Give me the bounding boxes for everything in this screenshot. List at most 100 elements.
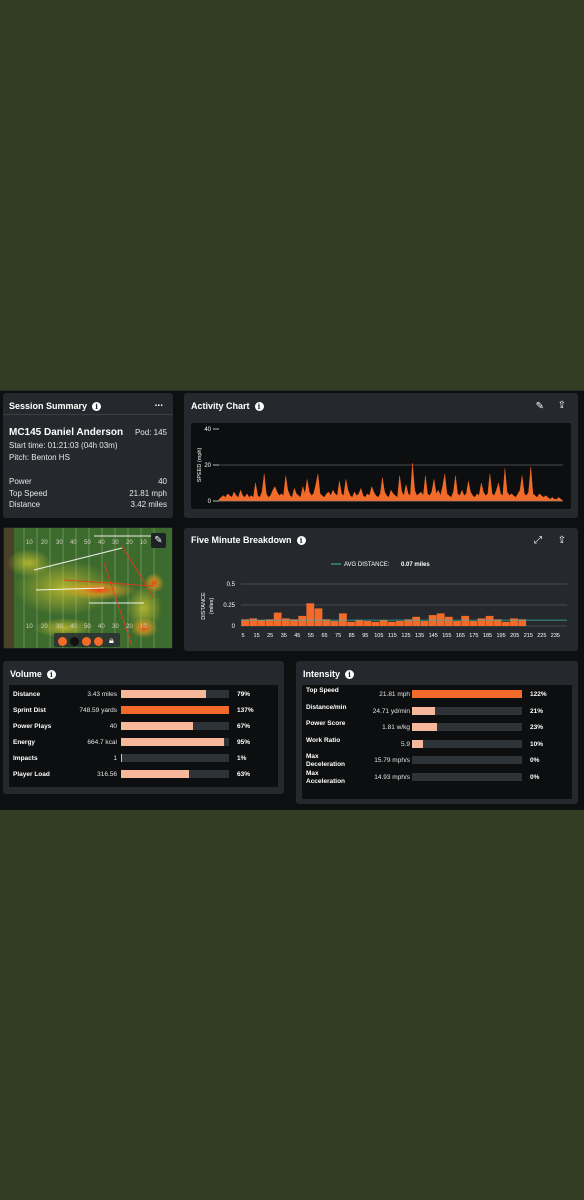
distance-bar [273, 612, 282, 626]
metric-bar-track [121, 754, 229, 762]
distance-bar [485, 615, 494, 626]
distance-bar [330, 621, 339, 626]
metric-label: Sprint Dist [13, 707, 46, 714]
x-tick-label: 5 [241, 633, 244, 639]
activity-chart-title-text: Activity Chart [191, 401, 250, 411]
field-heatmap[interactable]: 10 20 30 40 50 40 30 20 10 10 20 30 40 5… [3, 527, 173, 649]
volume-title: Volume i [10, 669, 56, 679]
yard-label: 50 [84, 540, 91, 546]
yard-label: 40 [98, 624, 105, 630]
metric-bar-track [412, 723, 522, 731]
yard-label: 40 [70, 540, 77, 546]
x-tick-label: 85 [349, 633, 355, 639]
distance-bar [412, 616, 421, 626]
info-icon[interactable]: i [46, 670, 56, 679]
yard-label: 40 [98, 540, 105, 546]
upload-icon[interactable]: ⇪ [558, 400, 566, 411]
summary-label: Distance [9, 500, 41, 509]
x-tick-label: 125 [401, 633, 410, 639]
pencil-icon[interactable]: ✎ [151, 533, 166, 548]
metric-percent: 137% [237, 707, 254, 714]
volume-row: Power Plays 40 67% [9, 719, 274, 734]
distance-bar [477, 618, 486, 626]
pencil-icon[interactable]: ✎ [536, 401, 544, 412]
metric-bar-track [412, 772, 522, 781]
distance-bar [355, 620, 364, 626]
metric-value: 3.43 miles [87, 691, 117, 698]
distance-bar [379, 620, 388, 626]
metric-bar-track [121, 770, 229, 778]
metric-percent: 21% [530, 707, 544, 715]
metric-value: 1 [113, 755, 117, 762]
yard-label: 30 [112, 624, 119, 630]
x-tick-label: 165 [456, 633, 465, 639]
y-tick-label: 20 [204, 463, 211, 469]
metric-label: Power Score [306, 720, 346, 727]
x-tick-label: 35 [281, 633, 287, 639]
volume-title-text: Volume [10, 669, 42, 679]
metric-percent: 0% [530, 773, 540, 781]
more-options-button[interactable]: ... [155, 398, 163, 409]
metric-bar-track [121, 690, 229, 698]
distance-bar [420, 621, 429, 626]
intensity-title: Intensity i [303, 669, 355, 679]
metric-value: 40 [109, 723, 117, 730]
intensity-row: Top Speed 21.81 mph 122% [302, 687, 568, 702]
metric-value: 15.79 mph/s [374, 757, 410, 764]
x-tick-label: 215 [524, 633, 533, 639]
metric-value: 1.81 w/kg [382, 724, 410, 731]
distance-bar [282, 618, 290, 626]
metric-value: 316.56 [97, 771, 117, 778]
distance-bar [314, 608, 323, 626]
distance-bar [396, 621, 404, 626]
expand-icon[interactable]: ⤢ [534, 535, 542, 546]
distance-bar [436, 613, 445, 626]
volume-card: Volume i Distance 3.43 miles 79% Sprint Dist… [3, 661, 284, 794]
intensity-title-text: Intensity [303, 669, 341, 679]
metric-value: 664.7 kcal [87, 739, 117, 746]
metric-bar-fill [412, 706, 436, 715]
filter-dot-3[interactable] [82, 637, 91, 646]
yard-label: 40 [70, 624, 77, 630]
divider [3, 414, 173, 415]
yard-label: 20 [126, 624, 133, 630]
metric-bar-track [121, 706, 229, 714]
metric-value: 24.71 yd/min [372, 707, 410, 715]
metric-label: Distance [13, 691, 41, 698]
lock-icon[interactable]: 🔒︎ [109, 635, 114, 646]
metric-value: 14.93 mph/s [374, 773, 410, 781]
session-summary-card: Session Summary i ... MC145 Daniel Anders… [3, 393, 173, 518]
metric-bar-fill [121, 690, 207, 698]
filter-dot-2[interactable] [70, 637, 79, 646]
field-heatmap-graphic [4, 528, 172, 648]
distance-bar [249, 618, 258, 626]
info-icon[interactable]: i [254, 402, 264, 411]
x-tick-label: 65 [321, 633, 327, 639]
activity-chart: 40200SPEED (mph) [191, 423, 571, 509]
distance-bar [510, 618, 518, 626]
metric-label: Power Plays [13, 723, 52, 730]
x-tick-label: 225 [537, 633, 546, 639]
volume-row: Sprint Dist 748.59 yards 137% [9, 703, 274, 718]
x-tick-label: 15 [254, 633, 260, 639]
metric-bar-track [412, 690, 522, 698]
info-icon[interactable]: i [345, 670, 355, 679]
x-tick-label: 115 [388, 633, 397, 639]
yard-label: 30 [56, 540, 63, 546]
metric-bar-fill [412, 723, 438, 731]
filter-dot-1[interactable] [58, 637, 67, 646]
metric-label: Distance/min [306, 703, 347, 711]
session-summary-title-text: Session Summary [9, 401, 88, 411]
y-axis-label: SPEED (mph) [197, 448, 203, 483]
summary-label: Power [9, 477, 32, 486]
distance-bar [371, 621, 380, 626]
summary-value: 40 [158, 477, 167, 486]
metric-percent: 79% [237, 691, 251, 698]
metric-bar-fill [121, 754, 123, 762]
filter-dot-4[interactable] [94, 637, 103, 646]
x-tick-label: 45 [294, 633, 300, 639]
info-icon[interactable]: i [92, 402, 102, 411]
upload-icon[interactable]: ⇪ [558, 535, 566, 546]
x-tick-label: 25 [267, 633, 273, 639]
info-icon[interactable]: i [296, 536, 306, 545]
